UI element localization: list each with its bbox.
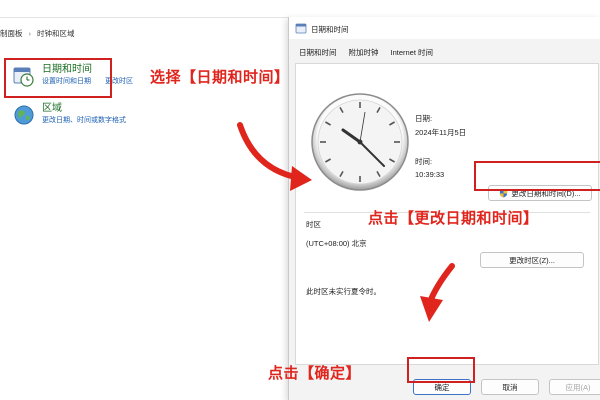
arrow-to-ok-button-icon [420,263,455,322]
arrow-to-change-datetime-icon [237,122,312,191]
annotation-arrows [237,122,455,322]
